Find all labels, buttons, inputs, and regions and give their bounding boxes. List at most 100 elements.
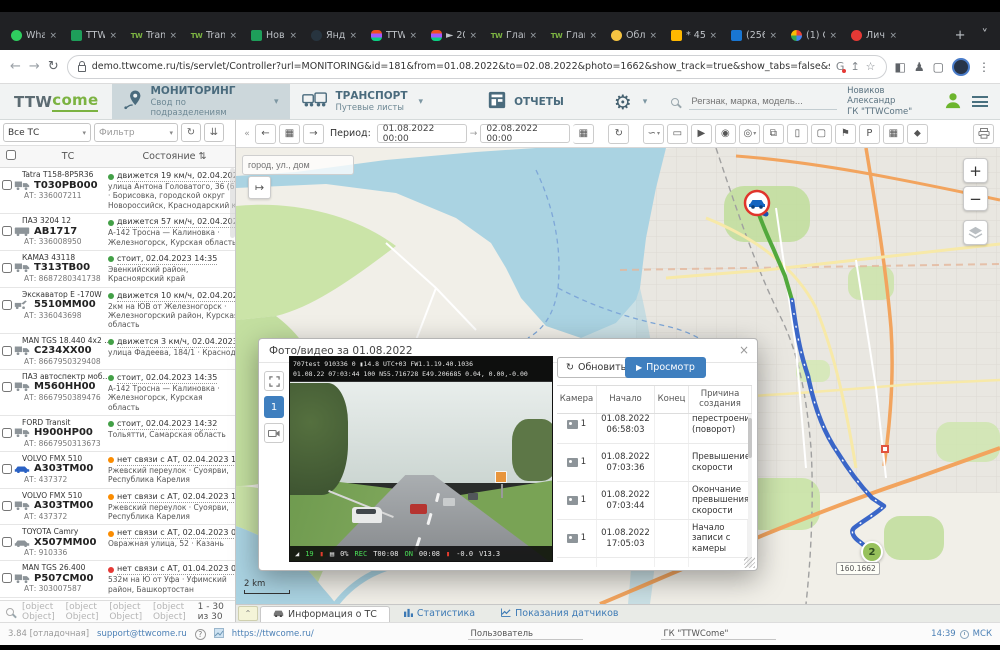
vehicle-status[interactable]: стоит, 02.04.2023 14:35: [117, 373, 217, 384]
tab-close-icon[interactable]: ×: [529, 31, 537, 41]
vehicle-plate[interactable]: Т030РВ000: [34, 180, 98, 191]
camera-1-button[interactable]: 1: [264, 396, 284, 418]
vehicle-plate[interactable]: М560НН00: [34, 381, 95, 392]
pager-button[interactable]: [object Object]: [66, 602, 103, 622]
bookmark-star-icon[interactable]: ☆: [866, 60, 876, 73]
app-logo[interactable]: TTWcome: [0, 84, 112, 119]
vehicle-status[interactable]: стоит, 02.04.2023 14:35: [117, 254, 217, 265]
sidebar-fold-handle[interactable]: «: [242, 124, 252, 144]
vehicle-marker[interactable]: [742, 188, 772, 218]
tab-close-icon[interactable]: ×: [349, 31, 357, 41]
row-checkbox[interactable]: [2, 382, 12, 392]
tab-close-icon[interactable]: ×: [289, 31, 297, 41]
browser-tab[interactable]: TW Tran ×: [184, 21, 244, 50]
select-all-checkbox[interactable]: [6, 150, 16, 160]
tab-close-icon[interactable]: ×: [889, 31, 897, 41]
browser-tab[interactable]: TTW ×: [64, 21, 124, 50]
row-checkbox[interactable]: [2, 573, 12, 583]
user-field[interactable]: Пользователь: [468, 629, 583, 640]
hamburger-menu-icon[interactable]: [972, 96, 988, 107]
event-row[interactable]: 1 01.08.2022 06:58:03 перестроение (пово…: [557, 414, 748, 444]
resize-handle[interactable]: [744, 557, 755, 568]
nav-settings[interactable]: ⚙ ▾: [602, 84, 659, 119]
zoom-in-button[interactable]: +: [963, 158, 988, 183]
date-to-input[interactable]: 02.08.2022 00:00: [480, 124, 570, 143]
nav-monitoring[interactable]: МОНИТОРИНГСвод по подразделениям ▾: [112, 84, 290, 119]
vehicle-plate[interactable]: Р507СМ00: [34, 573, 93, 584]
column-header-ts[interactable]: ТС: [22, 151, 114, 162]
browser-forward-button[interactable]: →: [29, 59, 40, 74]
table-row[interactable]: FORD Transit Н900НР00 АТ: 866795031: [0, 416, 235, 452]
address-bar[interactable]: demo.ttwcome.ru/tis/servlet/Controller?u…: [67, 55, 887, 79]
panel-collapse-button[interactable]: ⌃: [238, 606, 258, 621]
chevron-down-icon[interactable]: ▾: [274, 97, 279, 107]
refresh-list-button[interactable]: ↻: [181, 123, 201, 142]
vehicle-plate[interactable]: Т313ТВ00: [34, 262, 90, 273]
prev-period-button[interactable]: ←: [255, 124, 276, 144]
track-end-marker[interactable]: 2: [861, 541, 883, 563]
table-row[interactable]: Tatra Т158-8Р5R36 Т030РВ000 АТ: 336: [0, 168, 235, 214]
row-checkbox[interactable]: [2, 464, 12, 474]
event-row[interactable]: 1 01.08.2022 07:03:44 Окончание превышен…: [557, 482, 748, 520]
vehicle-status[interactable]: нет связи с АТ, 02.04.2023 13:59: [117, 492, 235, 503]
photo-video-dialog[interactable]: Фото/видео за 01.08.2022 × 1 707test 910…: [258, 338, 758, 571]
column-start[interactable]: Начало: [597, 386, 655, 413]
browser-tab[interactable]: TW Глав ×: [484, 21, 544, 50]
tab-close-icon[interactable]: ×: [469, 31, 477, 41]
tab-close-icon[interactable]: ×: [829, 31, 837, 41]
window-icon[interactable]: ▢: [933, 60, 944, 74]
event-row[interactable]: 1 01.08.2022 17:05:03 Начало записи с ка…: [557, 520, 748, 558]
browser-tab[interactable]: TW Tran ×: [124, 21, 184, 50]
browser-menu-icon[interactable]: ⋮: [978, 60, 990, 74]
column-reason[interactable]: Причина создания: [689, 386, 752, 413]
event-row[interactable]: 1 Резкое: [557, 558, 748, 567]
vehicle-plate[interactable]: А303ТМ00: [34, 463, 93, 474]
browser-tab[interactable]: (1) С ×: [784, 21, 844, 50]
browser-tab[interactable]: Лич ×: [844, 21, 904, 50]
tab-close-icon[interactable]: ×: [49, 31, 57, 41]
browser-tab[interactable]: TTW ×: [364, 21, 424, 50]
translate-icon[interactable]: G: [836, 60, 845, 73]
vehicle-status[interactable]: движется 10 км/ч, 02.04.2023 14:35: [117, 291, 235, 302]
calendar-icon[interactable]: ▦: [573, 124, 594, 144]
pager-button[interactable]: [object Object]: [22, 602, 59, 622]
extension-icon[interactable]: ◧: [895, 60, 906, 74]
pager-button[interactable]: [object Object]: [153, 602, 190, 622]
tab-statistics[interactable]: Статистика: [392, 605, 487, 622]
tab-close-icon[interactable]: ×: [229, 31, 237, 41]
tab-list-caret-icon[interactable]: ˅: [974, 21, 997, 50]
user-avatar-icon[interactable]: [944, 91, 962, 113]
event-row[interactable]: 1 01.08.2022 07:03:36 Превышение скорост…: [557, 444, 748, 482]
browser-tab[interactable]: ► 20 ×: [424, 21, 484, 50]
table-row[interactable]: TOYOTA Camry Х507ММ00 АТ: 910336: [0, 525, 235, 561]
vehicle-search-input[interactable]: [689, 94, 837, 110]
table-row[interactable]: MAN TGS 18.440 4x2 … С234ХХ00 АТ: 8: [0, 334, 235, 370]
support-email-link[interactable]: support@ttwcome.ru: [97, 629, 187, 639]
vehicle-plate[interactable]: 5510ММ00: [34, 299, 96, 310]
table-row[interactable]: VOLVO FMX 510 А303ТМ00 АТ: 437372: [0, 452, 235, 489]
browser-tab[interactable]: Янд ×: [304, 21, 364, 50]
row-checkbox[interactable]: [2, 428, 12, 438]
page-url[interactable]: demo.ttwcome.ru/tis/servlet/Controller?u…: [92, 61, 830, 72]
browser-tab[interactable]: (256 ×: [724, 21, 784, 50]
fullscreen-button[interactable]: [264, 371, 284, 391]
vehicle-plate[interactable]: Х507ММ00: [34, 537, 96, 548]
vehicle-status[interactable]: движется 57 км/ч, 02.04.2023 14:35: [117, 217, 235, 228]
filter-input[interactable]: Фильтр▾: [94, 123, 178, 142]
chevron-down-icon[interactable]: ▾: [643, 97, 648, 107]
nav-reports[interactable]: ОТЧЕТЫ: [475, 84, 576, 119]
column-header-state[interactable]: Состояние ⇅: [114, 151, 235, 162]
refresh-track-button[interactable]: ↻: [608, 124, 629, 144]
row-checkbox[interactable]: [2, 180, 12, 190]
help-icon[interactable]: ?: [195, 629, 206, 640]
tab-close-icon[interactable]: ×: [109, 31, 117, 41]
tab-close-icon[interactable]: ×: [589, 31, 597, 41]
row-checkbox[interactable]: [2, 346, 12, 356]
browser-back-button[interactable]: ←: [10, 59, 21, 74]
table-row[interactable]: ПАЗ 3204 12 АВ1717 АТ: 336008950: [0, 214, 235, 251]
row-checkbox[interactable]: [2, 501, 12, 511]
row-checkbox[interactable]: [2, 537, 12, 547]
map-layers-button[interactable]: [963, 220, 988, 245]
tab-vehicle-info[interactable]: Информация о ТС: [260, 606, 390, 622]
vehicle-list[interactable]: Tatra Т158-8Р5R36 Т030РВ000 АТ: 336: [0, 168, 235, 600]
